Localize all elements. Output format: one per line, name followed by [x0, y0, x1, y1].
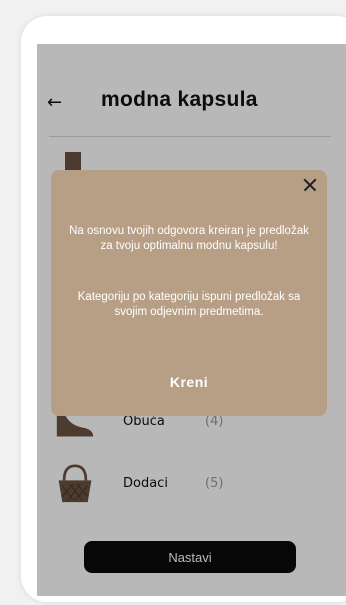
onboarding-modal: Na osnovu tvojih odgovora kreiran je pre… [51, 170, 327, 416]
modal-message-1: Na osnovu tvojih odgovora kreiran je pre… [69, 225, 309, 252]
kreni-button[interactable]: Kreni [149, 370, 229, 394]
phone-frame: ← modna kapsula Obuća (4) Dodaci (5) Nas… [21, 16, 346, 602]
close-icon[interactable] [299, 174, 321, 196]
app-screen: ← modna kapsula Obuća (4) Dodaci (5) Nas… [37, 44, 346, 596]
modal-message-2: Kategoriju po kategoriju ispuni predloža… [77, 291, 301, 318]
